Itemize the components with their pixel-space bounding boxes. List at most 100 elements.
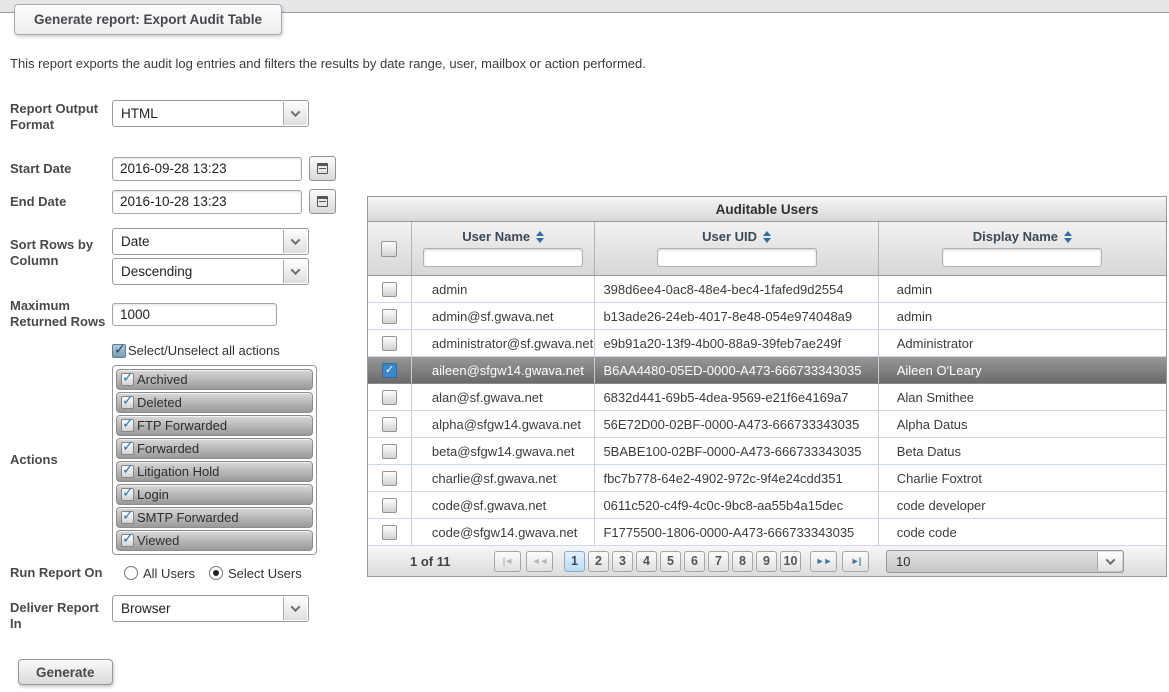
table-row[interactable]: ✓ administrator@sf.gwava.net e9b91a20-13… — [368, 330, 1166, 357]
display-name-filter-input[interactable] — [942, 248, 1103, 267]
select-all-actions-label: Select/Unselect all actions — [128, 343, 280, 358]
user-uid-cell: 5BABE100-02BF-0000-A473-666733343035 — [595, 438, 879, 464]
row-checkbox[interactable]: ✓ — [381, 389, 397, 405]
user-name-cell: admin — [412, 276, 596, 302]
first-page-button[interactable]: |◄ — [494, 550, 521, 572]
page-number-button[interactable]: 9 — [756, 550, 777, 572]
page-number-button[interactable]: 1 — [564, 550, 585, 572]
action-item[interactable]: ✓ Litigation Hold — [116, 461, 313, 482]
next-page-button[interactable]: ►► — [810, 550, 837, 572]
table-row[interactable]: ✓ charlie@sf.gwava.net fbc7b778-64e2-490… — [368, 465, 1166, 492]
start-date-calendar-button[interactable] — [309, 156, 336, 181]
deliver-report-value: Browser — [121, 601, 171, 616]
action-checkbox[interactable]: ✓ — [121, 461, 134, 478]
display-name-cell: Aileen O'Leary — [896, 362, 982, 378]
column-header-display-name[interactable]: Display Name — [879, 229, 1166, 244]
row-checkbox[interactable]: ✓ — [381, 470, 397, 486]
generate-button[interactable]: Generate — [18, 659, 113, 685]
row-checkbox[interactable]: ✓ — [381, 281, 397, 297]
display-name-cell: admin — [896, 281, 933, 297]
table-row[interactable]: ✓ admin 398d6ee4-0ac8-48e4-bec4-1fafed9d… — [368, 276, 1166, 303]
table-header-row: ✓ User Name User UID Display Name — [367, 222, 1167, 276]
user-name-filter-input[interactable] — [423, 248, 584, 267]
user-name-cell: code@sf.gwava.net — [412, 492, 596, 518]
action-item[interactable]: ✓ Forwarded — [116, 438, 313, 459]
row-checkbox[interactable]: ✓ — [381, 416, 397, 432]
check-icon: ✓ — [114, 340, 126, 357]
start-date-input[interactable] — [112, 156, 302, 181]
action-item[interactable]: ✓ FTP Forwarded — [116, 415, 313, 436]
action-label: Archived — [137, 372, 188, 387]
page-number-button[interactable]: 8 — [732, 550, 753, 572]
page-number-button[interactable]: 2 — [588, 550, 609, 572]
select-all-rows-checkbox[interactable]: ✓ — [381, 240, 398, 257]
run-report-on-label: Run Report On — [10, 565, 103, 580]
row-checkbox[interactable]: ✓ — [381, 362, 397, 378]
sort-direction-value: Descending — [121, 264, 193, 279]
output-format-select[interactable]: HTML — [112, 100, 309, 127]
select-all-actions-row: ✓ Select/Unselect all actions — [112, 340, 362, 358]
form-row-sort: Sort Rows by Column Date Descending — [10, 228, 362, 285]
action-checkbox[interactable]: ✓ — [121, 484, 134, 501]
action-item[interactable]: ✓ Archived — [116, 369, 313, 390]
page-number-button[interactable]: 5 — [660, 550, 681, 572]
table-row[interactable]: ✓ aileen@sfgw14.gwava.net B6AA4480-05ED-… — [368, 357, 1166, 384]
page-number-button[interactable]: 10 — [780, 550, 801, 572]
sort-icon — [1064, 230, 1072, 243]
column-header-user-name[interactable]: User Name — [412, 229, 595, 244]
select-users-radio[interactable] — [209, 566, 224, 580]
action-checkbox[interactable]: ✓ — [121, 415, 134, 432]
tab-generate-report[interactable]: Generate report: Export Audit Table — [14, 4, 283, 35]
action-item[interactable]: ✓ SMTP Forwarded — [116, 507, 313, 528]
row-checkbox[interactable]: ✓ — [381, 308, 397, 324]
table-body: ✓ admin 398d6ee4-0ac8-48e4-bec4-1fafed9d… — [367, 276, 1167, 546]
check-icon: ✓ — [122, 415, 134, 431]
row-checkbox[interactable]: ✓ — [381, 335, 397, 351]
table-row[interactable]: ✓ alan@sf.gwava.net 6832d441-69b5-4dea-9… — [368, 384, 1166, 411]
action-item[interactable]: ✓ Deleted — [116, 392, 313, 413]
action-checkbox[interactable]: ✓ — [121, 507, 134, 524]
start-date-label: Start Date — [10, 160, 72, 176]
action-label: SMTP Forwarded — [137, 510, 239, 525]
action-label: Viewed — [137, 533, 180, 548]
table-row[interactable]: ✓ beta@sfgw14.gwava.net 5BABE100-02BF-00… — [368, 438, 1166, 465]
deliver-report-label: Deliver Report In — [10, 600, 99, 631]
table-row[interactable]: ✓ alpha@sfgw14.gwava.net 56E72D00-02BF-0… — [368, 411, 1166, 438]
display-name-cell: code code — [896, 524, 957, 540]
report-form: Report Output Format HTML Start Date End… — [10, 92, 362, 632]
sort-direction-select[interactable]: Descending — [112, 258, 309, 285]
end-date-input[interactable] — [112, 189, 302, 214]
table-row[interactable]: ✓ code@sfgw14.gwava.net F1775500-1806-00… — [368, 519, 1166, 546]
page-number-button[interactable]: 6 — [684, 550, 705, 572]
page-number-button[interactable]: 7 — [708, 550, 729, 572]
end-date-calendar-button[interactable] — [309, 189, 336, 214]
action-item[interactable]: ✓ Login — [116, 484, 313, 505]
action-checkbox[interactable]: ✓ — [121, 392, 134, 409]
row-checkbox[interactable]: ✓ — [381, 443, 397, 459]
sort-column-select[interactable]: Date — [112, 228, 309, 255]
user-name-cell: code@sfgw14.gwava.net — [412, 519, 596, 545]
deliver-report-select[interactable]: Browser — [112, 595, 309, 622]
display-name-cell: code developer — [896, 497, 986, 513]
select-all-actions-checkbox[interactable]: ✓ — [112, 340, 126, 358]
page-size-select[interactable]: 10 — [886, 549, 1124, 573]
action-checkbox[interactable]: ✓ — [121, 530, 134, 547]
last-page-button[interactable]: ►| — [842, 550, 869, 572]
column-header-user-uid[interactable]: User UID — [595, 229, 877, 244]
table-row[interactable]: ✓ code@sf.gwava.net 0611c520-c4f9-4c0c-9… — [368, 492, 1166, 519]
page-number-button[interactable]: 3 — [612, 550, 633, 572]
row-checkbox[interactable]: ✓ — [381, 524, 397, 540]
user-uid-filter-input[interactable] — [656, 248, 817, 267]
action-checkbox[interactable]: ✓ — [121, 369, 134, 386]
prev-page-button[interactable]: ◄◄ — [526, 550, 553, 572]
max-rows-input[interactable] — [112, 302, 277, 326]
table-row[interactable]: ✓ admin@sf.gwava.net b13ade26-24eb-4017-… — [368, 303, 1166, 330]
user-uid-cell: F1775500-1806-0000-A473-666733343035 — [595, 519, 879, 545]
action-checkbox[interactable]: ✓ — [121, 438, 134, 455]
page-number-button[interactable]: 4 — [636, 550, 657, 572]
row-checkbox[interactable]: ✓ — [381, 497, 397, 513]
all-users-radio[interactable] — [124, 566, 138, 580]
action-item[interactable]: ✓ Viewed — [116, 530, 313, 551]
end-date-label: End Date — [10, 193, 67, 209]
action-label: Deleted — [137, 395, 182, 410]
